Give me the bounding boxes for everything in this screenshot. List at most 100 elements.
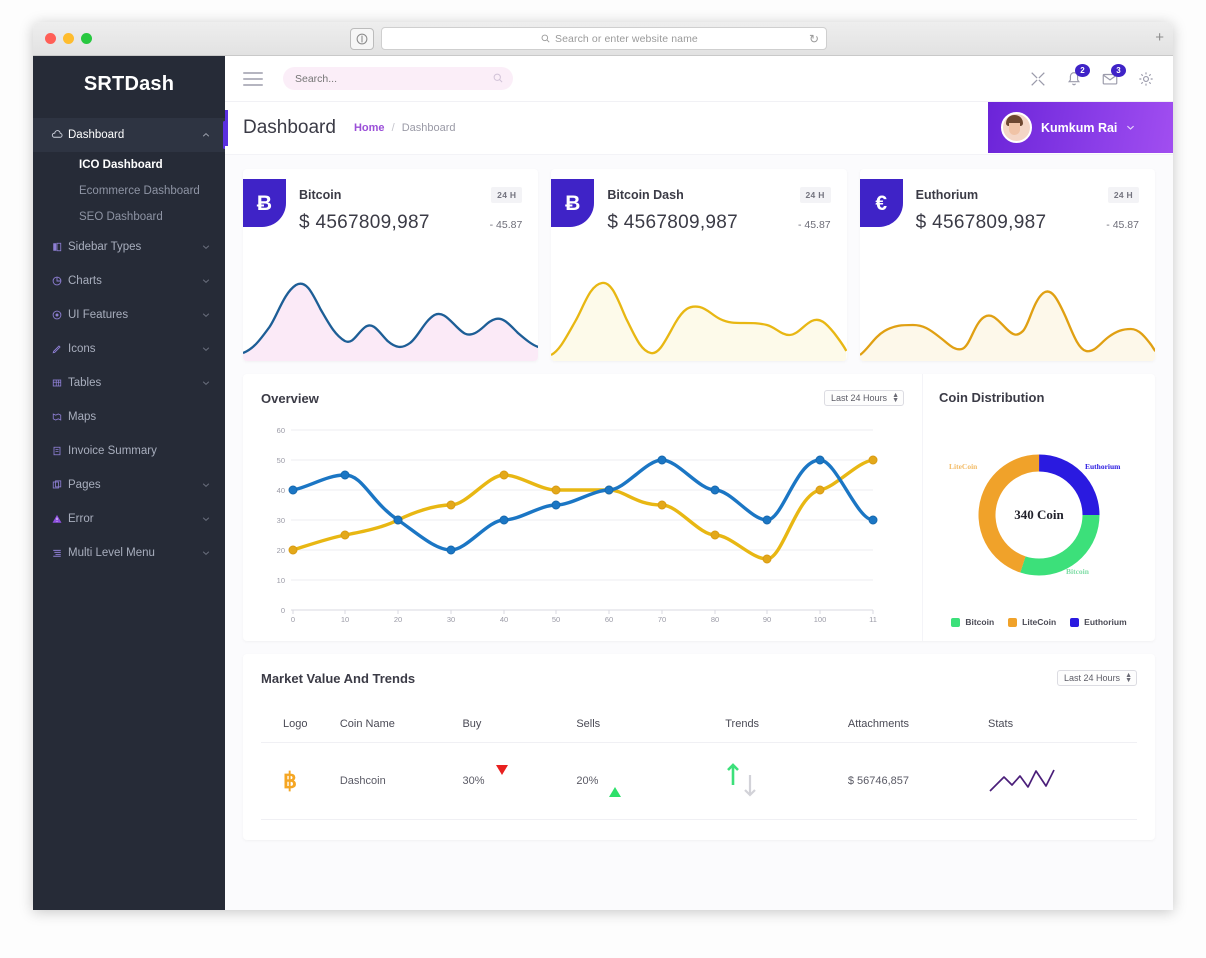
sidebar-item-ui-features[interactable]: UI Features [33,298,225,332]
sidebar-item-charts[interactable]: Charts [33,264,225,298]
chevron-down-icon [202,313,210,317]
table-icon [51,377,68,389]
svg-text:100: 100 [814,615,827,622]
avatar [1001,112,1032,143]
search-box[interactable] [283,67,513,90]
coin-name: Euthorium [915,188,979,202]
main-area: 2 3 Dashboard Home / Dashboard [225,56,1173,910]
market-period-value: Last 24 Hours [1064,673,1121,683]
triangle-down-icon [495,765,508,788]
search-input[interactable] [293,71,493,86]
bell-badge: 2 [1075,63,1090,77]
sidebar-item-label: Dashboard [68,129,125,141]
page-title: Dashboard [243,117,336,138]
sidebar-nav: Dashboard ICO Dashboard Ecommerce Dashbo… [33,112,226,570]
user-name: Kumkum Rai [1041,120,1118,135]
coin-distribution-title: Coin Distribution [939,390,1045,405]
coin-card-bitcoin-dash[interactable]: Ƀ Bitcoin Dash 24 H $ 4567809,987 - 45.8… [551,169,847,361]
sidebar-item-invoice-summary[interactable]: Invoice Summary [33,434,225,468]
sidebar-subitem-ecommerce-dashboard[interactable]: Ecommerce Dashboard [33,178,225,204]
market-period-select[interactable]: Last 24 Hours ▲ ▼ [1057,670,1137,686]
breadcrumb-home[interactable]: Home [354,122,385,134]
sidebar-item-label: Invoice Summary [68,445,157,457]
address-bar-placeholder: Search or enter website name [555,32,698,45]
coin-card-euthorium[interactable]: € Euthorium 24 H $ 4567809,987 - 45.87 [859,169,1155,361]
brand-name: SRTDash [83,72,175,95]
cell-logo: ฿ [261,742,340,820]
chevron-down-icon [202,517,210,521]
search-icon [541,30,550,48]
sidebar-subitem-seo-dashboard[interactable]: SEO Dashboard [33,204,225,230]
sidebar-item-label: UI Features [68,309,129,321]
envelope-badge: 3 [1111,63,1126,77]
svg-text:20: 20 [277,546,285,555]
ui-icon [51,309,68,321]
coin-name: Bitcoin [299,188,342,202]
map-icon [51,411,68,423]
coin-delta: - 45.87 [1106,219,1139,231]
market-title: Market Value And Trends [261,670,416,686]
sidebar-item-dashboard[interactable]: Dashboard [33,118,226,152]
legend-swatch [951,617,961,627]
topbar: 2 3 [225,56,1173,102]
envelope-icon[interactable]: 3 [1101,63,1126,88]
address-bar[interactable]: Search or enter website name ↻ [381,27,827,50]
sidebar-item-icons[interactable]: Icons [33,332,225,366]
sells-value: 20% [576,774,599,787]
site-settings-icon[interactable] [350,28,374,50]
user-profile-menu[interactable]: Kumkum Rai [988,102,1173,153]
maximize-window-button[interactable] [81,33,92,44]
table-header-row: Logo Coin Name Buy Sells Trends Attachme… [261,710,1137,743]
donut-legend: Bitcoin LiteCoin Euthorium [923,617,1155,627]
coin-price: $ 4567809,987 [915,212,1047,233]
sidebar-item-label: Sidebar Types [68,241,142,253]
sidebar-item-maps[interactable]: Maps [33,400,225,434]
coin-price: $ 4567809,987 [607,212,739,233]
coin-price: $ 4567809,987 [299,212,430,233]
sidebar-item-error[interactable]: Error [33,502,225,536]
chevron-down-icon [202,279,210,283]
sidebar-item-label: Icons [68,343,96,355]
legend-swatch [1070,617,1080,627]
column-header-coin-name: Coin Name [339,710,463,743]
sidebar-item-tables[interactable]: Tables [33,366,225,400]
stats-sparkline-icon [989,769,1055,792]
hamburger-icon[interactable] [243,71,263,86]
overview-period-select[interactable]: Last 24 Hours ▲ ▼ [824,390,904,406]
window-controls[interactable] [45,33,92,44]
chevron-updown-icon: ▲ ▼ [892,392,899,404]
fullscreen-icon[interactable] [1029,70,1047,88]
table-row[interactable]: ฿ Dashcoin 30% 20% $ 56746,857 [261,742,1137,820]
arrow-up-icon [727,763,740,785]
invoice-icon [51,445,68,457]
column-header-trends: Trends [725,710,848,743]
chevron-down-icon [202,347,210,351]
browser-window: Search or enter website name ↻ + SRTDash… [33,22,1173,910]
overview-line-chart: 60 50 40 30 20 10 0 0 10 20 30 40 50 60 … [261,420,904,622]
sidebar-subitem-ico-dashboard[interactable]: ICO Dashboard [33,152,225,178]
sidebar-item-sidebar-types[interactable]: Sidebar Types [33,230,225,264]
gear-icon[interactable] [1137,70,1155,88]
coin-sparkline-chart [243,271,539,361]
sidebar-item-label: Maps [68,411,97,423]
coin-card-bitcoin[interactable]: Ƀ Bitcoin 24 H $ 4567809,987 - 45.87 [243,169,539,361]
reload-icon[interactable]: ↻ [809,33,819,45]
minimize-window-button[interactable] [63,33,74,44]
sidebar-item-pages[interactable]: Pages [33,468,225,502]
sidebar-item-multi-level-menu[interactable]: Multi Level Menu [33,536,225,570]
sidebar-item-label: Charts [68,275,102,287]
brand-logo[interactable]: SRTDash [33,56,225,112]
cell-coin-name: Dashcoin [339,742,463,820]
close-window-button[interactable] [45,33,56,44]
legend-swatch [1008,617,1018,627]
svg-text:80: 80 [711,615,719,622]
legend-item-litecoin[interactable]: LiteCoin [1008,617,1056,627]
bell-icon[interactable]: 2 [1065,63,1090,88]
svg-text:11: 11 [869,615,877,622]
screenshot-root: Search or enter website name ↻ + SRTDash… [0,0,1206,958]
cell-stats [988,742,1137,820]
legend-item-bitcoin[interactable]: Bitcoin [951,617,994,627]
plus-icon[interactable]: + [1155,30,1164,45]
legend-item-euthorium[interactable]: Euthorium [1070,617,1127,627]
coin-cards: Ƀ Bitcoin 24 H $ 4567809,987 - 45.87 Ƀ B… [243,169,1155,361]
